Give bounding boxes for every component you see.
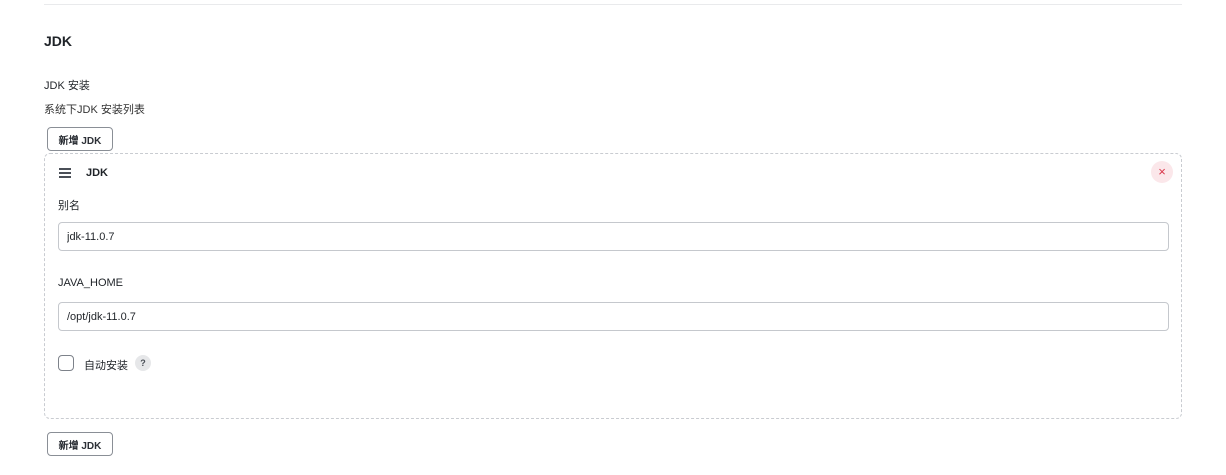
help-icon[interactable]: ? bbox=[135, 355, 151, 371]
close-icon[interactable]: × bbox=[1151, 161, 1173, 183]
auto-install-checkbox[interactable] bbox=[58, 355, 74, 371]
auto-install-label[interactable]: 自动安装 bbox=[84, 357, 128, 373]
jdk-config-page: JDK JDK 安装 系统下JDK 安装列表 新增 JDK JDK × 别名 J… bbox=[0, 0, 1226, 475]
section-divider bbox=[44, 4, 1182, 5]
jdk-installations-description: 系统下JDK 安装列表 bbox=[44, 104, 145, 116]
section-title: JDK bbox=[44, 33, 73, 49]
jdk-installations-label: JDK 安装 bbox=[44, 80, 90, 92]
jdk-installation-entry: JDK × 别名 JAVA_HOME 自动安装 ? bbox=[44, 153, 1182, 419]
java-home-input[interactable] bbox=[58, 302, 1169, 331]
name-label: 别名 bbox=[58, 200, 80, 212]
java-home-label: JAVA_HOME bbox=[58, 277, 123, 289]
drag-handle-icon[interactable] bbox=[59, 168, 71, 178]
jdk-entry-title: JDK bbox=[86, 167, 109, 179]
add-jdk-button-bottom[interactable]: 新增 JDK bbox=[47, 432, 113, 456]
add-jdk-button-top[interactable]: 新增 JDK bbox=[47, 127, 113, 151]
name-input[interactable] bbox=[58, 222, 1169, 251]
